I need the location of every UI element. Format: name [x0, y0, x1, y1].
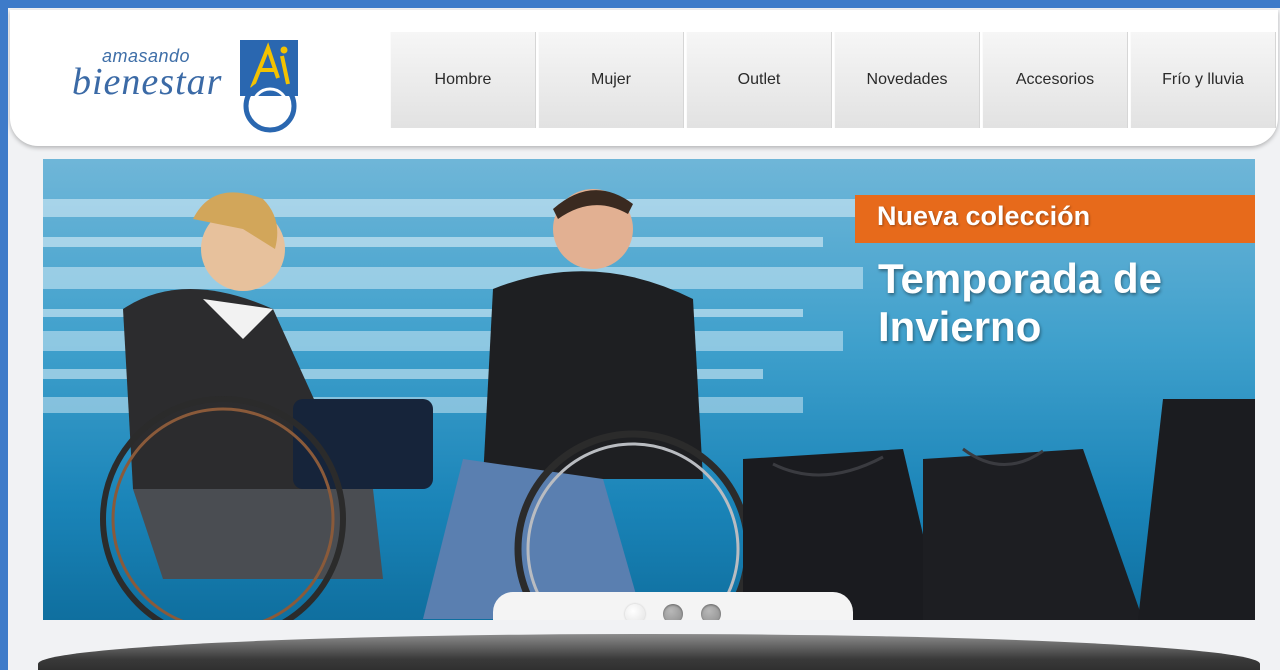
nav-item-hombre[interactable]: Hombre	[390, 32, 536, 128]
main-nav: Hombre Mujer Outlet Novedades Accesorios…	[390, 32, 1278, 128]
slider-pagination	[493, 592, 853, 620]
headline-line-1: Temporada de	[878, 255, 1162, 302]
jeans-products	[743, 399, 1255, 620]
brand-mark-icon	[240, 40, 298, 133]
nav-item-frio-y-lluvia[interactable]: Frío y lluvia	[1130, 32, 1276, 128]
hero-banner[interactable]: Nueva colección Temporada de Invierno	[43, 159, 1255, 620]
slide-dot-3[interactable]	[701, 604, 721, 620]
woman-figure	[100, 192, 433, 620]
hero-headline: Temporada de Invierno	[878, 255, 1248, 351]
brand-main-word: bienestar	[72, 61, 223, 103]
promo-tag: Nueva colección	[855, 195, 1255, 243]
site-header: amasando bienestar Hombre Mujer Outlet N…	[10, 10, 1278, 146]
slide-dot-1[interactable]	[625, 604, 645, 620]
page: amasando bienestar Hombre Mujer Outlet N…	[8, 8, 1280, 670]
brand-logo[interactable]: amasando bienestar	[70, 38, 310, 138]
footer-band	[38, 634, 1260, 670]
nav-item-accesorios[interactable]: Accesorios	[982, 32, 1128, 128]
nav-item-novedades[interactable]: Novedades	[834, 32, 980, 128]
nav-item-outlet[interactable]: Outlet	[686, 32, 832, 128]
headline-line-2: Invierno	[878, 303, 1042, 350]
slide-dot-2[interactable]	[663, 604, 683, 620]
nav-item-mujer[interactable]: Mujer	[538, 32, 684, 128]
